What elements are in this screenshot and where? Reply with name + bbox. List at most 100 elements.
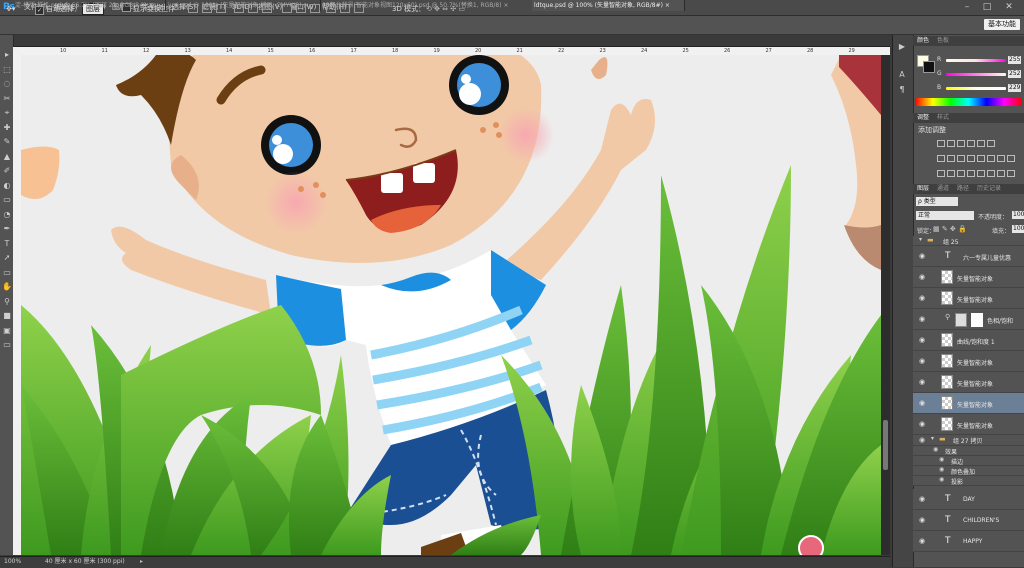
adjustment-icon[interactable] (947, 140, 955, 147)
marquee-tool-icon[interactable]: ⬚ (2, 65, 12, 74)
character-icon[interactable]: A (896, 70, 908, 80)
adjustment-icon[interactable] (977, 170, 985, 177)
adjustment-icon[interactable] (1007, 170, 1015, 177)
paragraph-icon[interactable]: ¶ (896, 85, 908, 95)
close-button[interactable]: ✕ (1002, 1, 1016, 13)
eye-icon[interactable]: ◉ (919, 294, 925, 302)
quick-select-tool-icon[interactable]: ⌖ (2, 108, 12, 117)
effect-row[interactable]: ◉ 颜色叠加 (913, 466, 1024, 476)
tab-color[interactable]: 颜色 (917, 36, 929, 46)
play-icon[interactable]: ▶ (896, 42, 908, 52)
adjustment-icon[interactable] (967, 170, 975, 177)
eye-icon[interactable]: ◉ (919, 399, 925, 407)
blend-mode-dropdown[interactable]: 正常 (916, 211, 974, 220)
adjustment-icon[interactable] (997, 170, 1005, 177)
status-arrow-icon[interactable]: ▸ (140, 558, 143, 565)
layer-row[interactable]: ◉ 矢量智能对象 (913, 288, 1024, 309)
fx-eye-icon[interactable]: ◉ (939, 476, 944, 483)
adjustment-icon[interactable] (957, 140, 965, 147)
group-row-top[interactable]: ▾ ▬ 组 25 (913, 236, 1024, 246)
eyedropper-tool-icon[interactable]: ✚ (2, 123, 12, 132)
effect-row[interactable]: ◉ 描边 (913, 456, 1024, 466)
gradient-tool-icon[interactable]: ▭ (2, 195, 12, 204)
layer-row[interactable]: ◉ 矢量智能对象 (913, 372, 1024, 393)
adjustment-icon[interactable] (997, 155, 1005, 162)
tab-doc-3[interactable]: 03舞台背景(智能对象视图120x60).psd @ 50.7%(替换1, RG… (320, 0, 533, 11)
workspace-switcher[interactable]: 基本功能 (984, 19, 1020, 30)
tab-styles[interactable]: 样式 (937, 113, 949, 123)
zoom-level[interactable]: 100% (4, 557, 21, 567)
eye-icon[interactable]: ◉ (919, 495, 925, 503)
history-brush-tool-icon[interactable]: ✐ (2, 166, 12, 175)
adjustment-icon[interactable] (987, 140, 995, 147)
adjustment-icon[interactable] (987, 155, 995, 162)
eye-icon[interactable]: ◉ (919, 273, 925, 281)
eye-icon[interactable]: ◉ (919, 336, 925, 344)
hand-tool-icon[interactable]: ✋ (2, 282, 12, 291)
path-select-tool-icon[interactable]: ➚ (2, 253, 12, 262)
blur-tool-icon[interactable]: ◔ (2, 210, 12, 219)
fx-eye-icon[interactable]: ◉ (933, 446, 938, 453)
tab-history[interactable]: 历史记录 (977, 184, 1001, 194)
b-slider[interactable] (946, 87, 1006, 90)
crop-tool-icon[interactable]: ✂ (2, 94, 12, 103)
eraser-tool-icon[interactable]: ◐ (2, 181, 12, 190)
eye-icon[interactable]: ◉ (919, 420, 925, 428)
shape-tool-icon[interactable]: ▭ (2, 268, 12, 277)
tab-swatches[interactable]: 色板 (937, 36, 949, 46)
eye-icon[interactable]: ◉ (919, 252, 925, 260)
lock-icons[interactable]: ▦ ✎ ✥ 🔒 (933, 225, 967, 233)
vertical-scrollbar[interactable] (881, 55, 890, 555)
text-layer-row[interactable]: ◉ T DAY (913, 489, 1024, 510)
vertical-scrollbar-thumb[interactable] (883, 420, 888, 470)
adjustment-icon[interactable] (937, 155, 945, 162)
background-color-swatch[interactable] (923, 61, 935, 73)
effects-row[interactable]: ◉ 效果 (913, 446, 1024, 456)
g-value[interactable]: 252 (1008, 70, 1022, 78)
tab-paths[interactable]: 路径 (957, 184, 969, 194)
tab-layers[interactable]: 图层 (917, 184, 929, 194)
document-info[interactable]: 40 厘米 x 60 厘米 (300 ppi) (45, 557, 125, 567)
brush-tool-icon[interactable]: ✎ (2, 137, 12, 146)
color-tool-icon[interactable]: ■ (2, 311, 12, 320)
text-layer-row[interactable]: ◉ T CHILDREN'S (913, 510, 1024, 531)
type-tool-icon[interactable]: T (2, 239, 12, 248)
b-value[interactable]: 229 (1008, 84, 1022, 92)
r-value[interactable]: 255 (1008, 56, 1022, 64)
opacity-value[interactable]: 100 (1012, 211, 1024, 219)
color-spectrum-bar[interactable] (915, 98, 1022, 106)
eye-icon[interactable]: ◉ (919, 436, 925, 444)
layer-row[interactable]: ◉ 矢量智能对象 (913, 393, 1024, 414)
adjustment-icon[interactable] (967, 155, 975, 162)
quick-mask-tool-icon[interactable]: ▣ (2, 326, 12, 335)
tab-adjustments[interactable]: 调整 (917, 113, 929, 123)
minimize-button[interactable]: – (960, 1, 974, 13)
tab-channels[interactable]: 通道 (937, 184, 949, 194)
adjustment-icon[interactable] (947, 155, 955, 162)
eye-icon[interactable]: ◉ (919, 516, 925, 524)
zoom-tool-icon[interactable]: ⚲ (2, 297, 12, 306)
g-slider[interactable] (946, 73, 1006, 76)
document-canvas[interactable] (21, 55, 881, 555)
maximize-button[interactable]: □ (980, 1, 994, 13)
clone-tool-icon[interactable]: ▲ (2, 152, 12, 161)
adjustment-icon[interactable] (1007, 155, 1015, 162)
adjustment-icon[interactable] (937, 170, 945, 177)
layer-row[interactable]: ◉ 矢量智能对象 (913, 351, 1024, 372)
adjustment-icon[interactable] (977, 140, 985, 147)
eye-icon[interactable]: ◉ (919, 357, 925, 365)
adjustment-icon[interactable] (937, 140, 945, 147)
effect-row[interactable]: ◉ 投影 (913, 476, 1024, 486)
adjustment-icon[interactable] (977, 155, 985, 162)
layer-row[interactable]: ◉ 矢量智能对象 (913, 414, 1024, 435)
adjustment-icon[interactable] (947, 170, 955, 177)
adjustment-icon[interactable] (967, 140, 975, 147)
eye-icon[interactable]: ◉ (919, 315, 925, 323)
layer-row[interactable]: ◉ 曲线/饱和度 1 (913, 330, 1024, 351)
pen-tool-icon[interactable]: ✒ (2, 224, 12, 233)
adjustment-icon[interactable] (957, 170, 965, 177)
tab-doc-1[interactable]: 淀-横版 样机.psd @ 66.7% (图层 21, RGB/8#) × (13, 0, 166, 11)
group-copy-row[interactable]: ◉ ▾ ▬ 组 27 拷贝 (913, 435, 1024, 446)
eye-icon[interactable]: ◉ (919, 378, 925, 386)
adjustment-icon[interactable] (987, 170, 995, 177)
